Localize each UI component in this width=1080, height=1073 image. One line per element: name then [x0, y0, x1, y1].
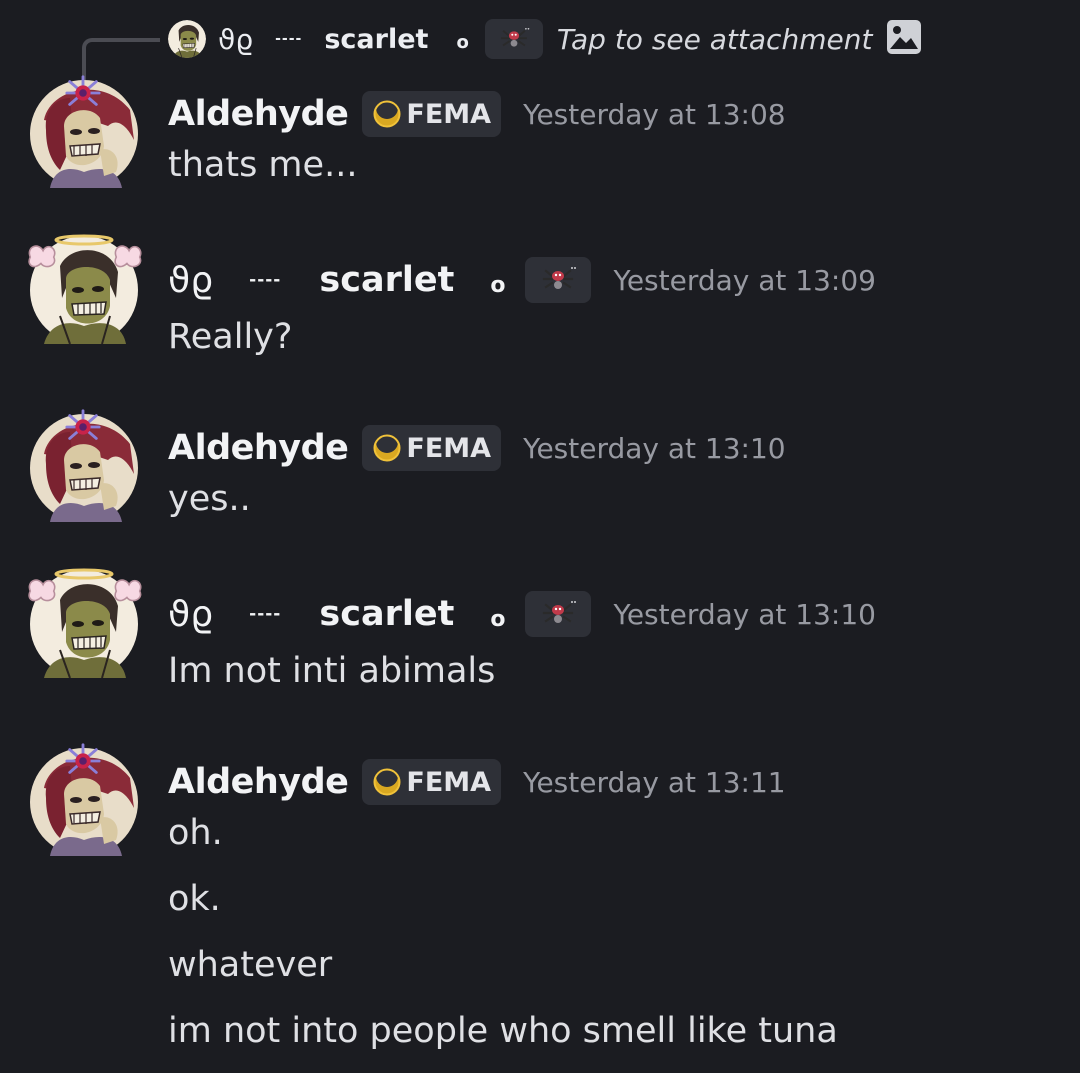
- message-line: whatever: [168, 945, 333, 985]
- timestamp: Yesterday at 13:10: [613, 597, 876, 631]
- message-content[interactable]: thats me...: [168, 132, 357, 198]
- moon-icon: [372, 767, 402, 797]
- timestamp: Yesterday at 13:08: [523, 97, 786, 131]
- reply-author-label: scarlet: [324, 23, 429, 55]
- avatar[interactable]: [30, 568, 138, 678]
- spider-badge[interactable]: [484, 19, 543, 59]
- avatar-icon: [168, 20, 206, 58]
- reply-preview[interactable]: ϑϱ ---- scarlet o Tap to see attachment: [168, 16, 922, 62]
- reply-author-glyphs: ϑϱ: [218, 22, 254, 56]
- reply-author-dash: ----: [275, 31, 303, 47]
- moon-icon: [372, 99, 402, 129]
- message-content[interactable]: Really?: [168, 304, 292, 370]
- message-line: yes..: [168, 479, 251, 519]
- spider-icon: [538, 599, 578, 629]
- message-line: thats me...: [168, 145, 358, 185]
- spider-icon: [538, 265, 578, 295]
- author-name[interactable]: Aldehyde: [168, 428, 349, 468]
- wing-icon: [26, 574, 58, 606]
- message-content[interactable]: oh. ok. whatever im not into people who …: [168, 800, 838, 1064]
- author-label: scarlet: [319, 260, 455, 300]
- image-icon[interactable]: [886, 19, 922, 59]
- author-label: scarlet: [319, 594, 455, 634]
- timestamp: Yesterday at 13:11: [523, 765, 786, 799]
- timestamp: Yesterday at 13:10: [523, 431, 786, 465]
- flower-icon: [64, 74, 102, 112]
- author-glyphs: ϑϱ: [168, 259, 214, 301]
- flower-icon: [64, 742, 102, 780]
- avatar[interactable]: [30, 234, 138, 344]
- author-ring: o: [490, 606, 506, 632]
- author-dash: ----: [249, 270, 282, 290]
- avatar[interactable]: [30, 414, 138, 522]
- wing-icon: [26, 240, 58, 272]
- avatar[interactable]: [30, 748, 138, 856]
- spider-badge[interactable]: [525, 257, 592, 303]
- message-header: ϑϱ ---- scarlet o Yesterday at 13:10: [168, 588, 876, 640]
- reply-author-ring: o: [456, 31, 469, 53]
- halo-icon: [54, 568, 114, 580]
- reply-attachment-text[interactable]: Tap to see attachment: [557, 23, 873, 56]
- message-header: Aldehyde FEMA Yesterday at 13:10: [168, 422, 786, 474]
- tag-label: FEMA: [406, 766, 492, 798]
- message-content[interactable]: yes..: [168, 466, 251, 532]
- halo-icon: [54, 234, 114, 246]
- message-content[interactable]: Im not inti abimals: [168, 638, 495, 704]
- author-name[interactable]: Aldehyde: [168, 94, 349, 134]
- tag-label: FEMA: [406, 98, 492, 130]
- wing-icon: [112, 240, 144, 272]
- fema-tag[interactable]: FEMA: [362, 425, 502, 471]
- message-line: ok.: [168, 879, 221, 919]
- message-line: Really?: [168, 317, 293, 357]
- timestamp: Yesterday at 13:09: [613, 263, 876, 297]
- author-dash: ----: [249, 604, 282, 624]
- reply-author-name[interactable]: ϑϱ ---- scarlet o: [218, 19, 543, 59]
- author-ring: o: [490, 272, 506, 298]
- moon-icon: [372, 433, 402, 463]
- spider-badge[interactable]: [525, 591, 592, 637]
- author-name[interactable]: ϑϱ ---- scarlet o: [168, 594, 525, 635]
- author-name[interactable]: ϑϱ ---- scarlet o: [168, 260, 525, 301]
- message-line: im not into people who smell like tuna: [168, 1011, 838, 1051]
- tag-label: FEMA: [406, 432, 492, 464]
- fema-tag[interactable]: FEMA: [362, 759, 502, 805]
- reply-author-avatar[interactable]: [168, 20, 206, 58]
- fema-tag[interactable]: FEMA: [362, 91, 502, 137]
- spider-icon: [497, 26, 531, 52]
- wing-icon: [112, 574, 144, 606]
- message-line: Im not inti abimals: [168, 651, 496, 691]
- message-line: oh.: [168, 813, 223, 853]
- avatar[interactable]: [30, 80, 138, 188]
- author-name[interactable]: Aldehyde: [168, 762, 349, 802]
- author-glyphs: ϑϱ: [168, 593, 214, 635]
- message-header: ϑϱ ---- scarlet o Yesterday at 13:09: [168, 254, 876, 306]
- flower-icon: [64, 408, 102, 446]
